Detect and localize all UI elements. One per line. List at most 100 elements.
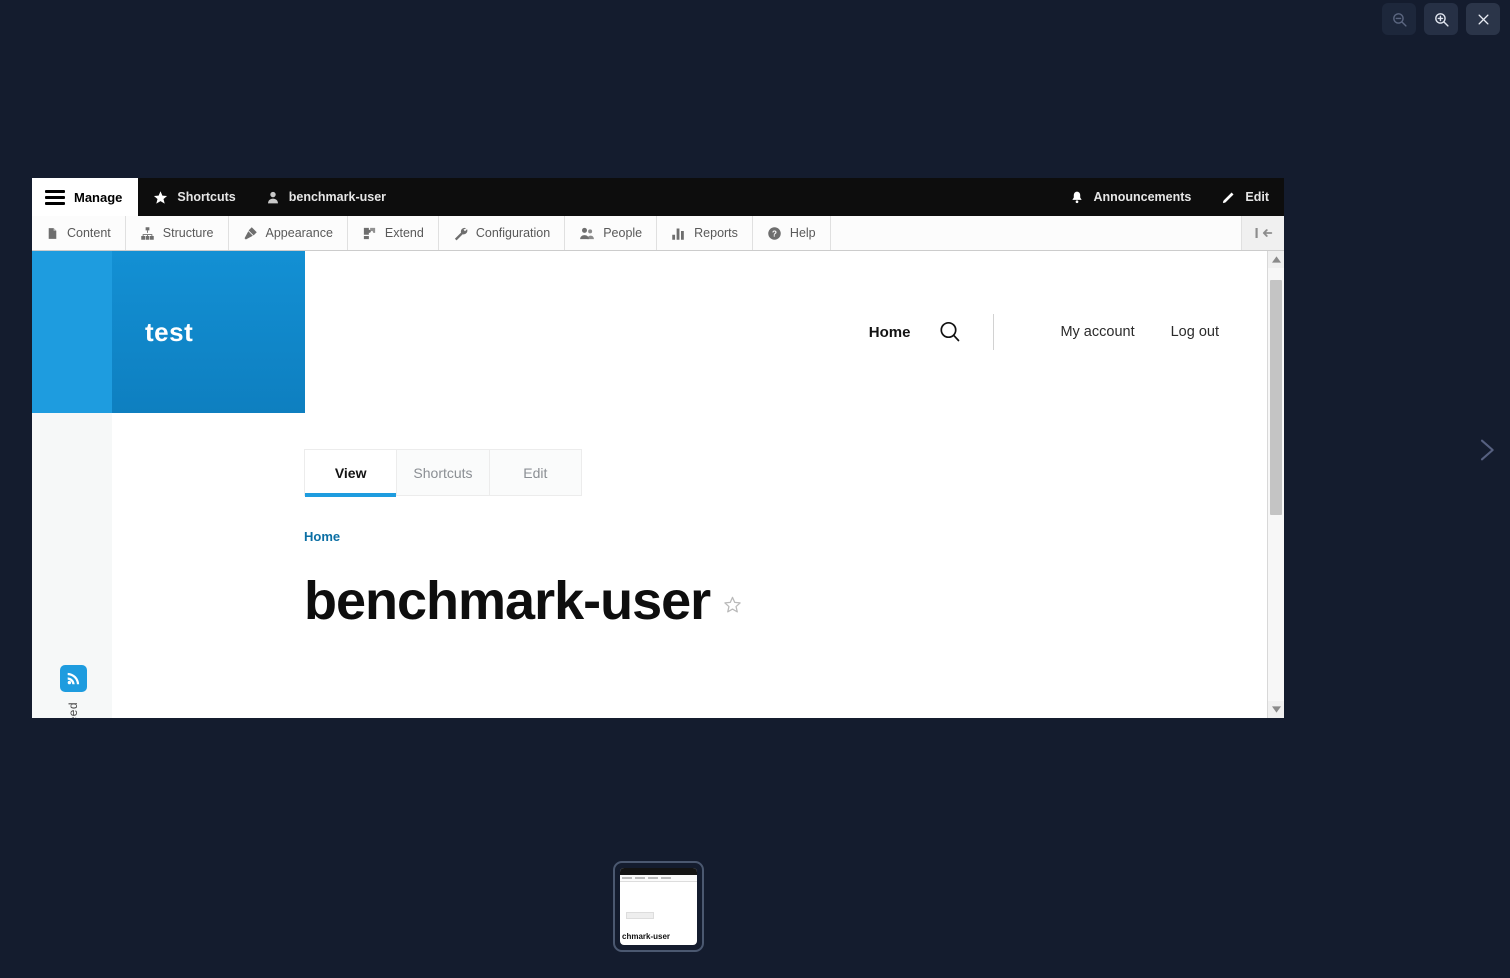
admin-toolbar-tray: Content Structure Appearance Extend Conf… xyxy=(32,216,1284,251)
shortcuts-button[interactable]: Shortcuts xyxy=(138,178,250,216)
shortcuts-label: Shortcuts xyxy=(177,190,236,204)
zoom-out-button[interactable] xyxy=(1382,3,1416,35)
site-header-nav: Home My account Log out xyxy=(305,251,1267,413)
star-outline-icon[interactable] xyxy=(723,595,742,619)
admin-toolbar-bar: Manage Shortcuts benchmark-user Announce… xyxy=(32,178,1284,216)
svg-text:?: ? xyxy=(772,229,777,238)
tray-item-configuration[interactable]: Configuration xyxy=(438,216,566,250)
tray-orientation-toggle-button[interactable] xyxy=(1242,216,1284,250)
tray-label: Reports xyxy=(694,226,738,240)
announcements-label: Announcements xyxy=(1093,190,1192,204)
scroll-down-button[interactable] xyxy=(1268,701,1284,718)
site-body: RSS feed View Shortcuts Edit Home benchm… xyxy=(32,413,1267,718)
browser-window: Manage Shortcuts benchmark-user Announce… xyxy=(32,178,1284,718)
scroll-up-button[interactable] xyxy=(1268,251,1284,268)
thumbnail-tray xyxy=(620,875,697,882)
tray-label: Configuration xyxy=(475,226,551,240)
tray-item-content[interactable]: Content xyxy=(32,216,126,250)
tray-item-structure[interactable]: Structure xyxy=(125,216,229,250)
scrollbar-thumb[interactable] xyxy=(1270,280,1282,515)
page-scrollbar[interactable] xyxy=(1267,251,1284,718)
triangle-up-icon xyxy=(1271,256,1281,263)
tab-shortcuts[interactable]: Shortcuts xyxy=(397,449,490,496)
breadcrumb[interactable]: Home xyxy=(304,529,1267,544)
extend-icon xyxy=(363,227,376,239)
tray-item-reports[interactable]: Reports xyxy=(657,216,753,250)
tray-label: Appearance xyxy=(265,226,333,240)
scrollbar-track[interactable] xyxy=(1268,268,1284,701)
tab-edit[interactable]: Edit xyxy=(489,449,582,496)
user-icon xyxy=(267,191,278,203)
appearance-icon xyxy=(244,226,257,239)
log-out-link[interactable]: Log out xyxy=(1171,324,1219,340)
thumbnail-toolbar xyxy=(620,868,697,875)
user-account-button[interactable]: benchmark-user xyxy=(251,178,401,216)
pencil-icon xyxy=(1223,192,1234,203)
search-button[interactable] xyxy=(937,319,963,345)
tab-label: View xyxy=(334,465,367,481)
zoom-out-icon xyxy=(1392,12,1407,27)
rss-feed-label: RSS feed xyxy=(66,702,80,718)
page-thumbnail[interactable]: chmark-user xyxy=(613,861,704,952)
tray-filler xyxy=(830,216,1242,250)
page-viewport: test Home My account Log out View Shortc… xyxy=(32,251,1284,718)
nav-home-link[interactable]: Home xyxy=(869,324,911,341)
site-logo[interactable]: test xyxy=(112,251,305,413)
configuration-icon xyxy=(454,227,468,240)
edit-label: Edit xyxy=(1245,190,1269,204)
announcements-button[interactable]: Announcements xyxy=(1055,178,1206,216)
logo-accent-strip xyxy=(32,251,112,413)
tab-label: Shortcuts xyxy=(413,464,473,481)
structure-icon xyxy=(141,226,154,240)
rss-feed-block[interactable]: RSS feed xyxy=(53,665,93,718)
tray-item-people[interactable]: People xyxy=(565,216,658,250)
rss-icon xyxy=(59,665,87,692)
close-button[interactable] xyxy=(1466,3,1500,35)
my-account-link[interactable]: My account xyxy=(1060,324,1134,340)
chevron-right-icon xyxy=(1480,439,1494,461)
thumbnail-tabs xyxy=(626,912,654,919)
tray-item-extend[interactable]: Extend xyxy=(347,216,439,250)
triangle-down-icon xyxy=(1271,706,1281,713)
tray-label: Extend xyxy=(384,226,424,240)
rss-glyph xyxy=(67,672,79,685)
tray-item-help[interactable]: ? Help xyxy=(752,216,831,250)
content-tabs: View Shortcuts Edit xyxy=(304,449,582,497)
zoom-in-button[interactable] xyxy=(1424,3,1458,35)
nav-divider xyxy=(993,314,995,350)
main-content: View Shortcuts Edit Home benchmark-user xyxy=(112,413,1267,718)
manage-label: Manage xyxy=(74,189,123,205)
page-title-text: benchmark-user xyxy=(304,571,711,631)
edit-button[interactable]: Edit xyxy=(1206,178,1284,216)
user-label: benchmark-user xyxy=(288,190,387,204)
thumbnail-title: chmark-user xyxy=(622,932,671,941)
search-icon xyxy=(940,321,960,342)
star-glyph xyxy=(724,596,741,613)
zoom-in-icon xyxy=(1434,12,1449,27)
next-arrow-button[interactable] xyxy=(1470,434,1502,466)
manage-button[interactable]: Manage xyxy=(32,178,139,216)
tray-item-appearance[interactable]: Appearance xyxy=(228,216,348,250)
tray-label: Content xyxy=(67,226,111,240)
page-title: benchmark-user xyxy=(304,574,1267,628)
bell-icon xyxy=(1072,191,1083,203)
hamburger-icon xyxy=(45,189,65,205)
tray-label: Help xyxy=(789,226,816,240)
help-icon: ? xyxy=(768,226,781,240)
tab-label: Edit xyxy=(523,464,548,481)
window-controls xyxy=(1382,3,1500,35)
site-logo-text: test xyxy=(145,316,194,347)
left-sidebar: RSS feed xyxy=(32,413,112,718)
tray-label: Structure xyxy=(162,226,214,240)
content-icon xyxy=(48,227,57,239)
tray-label: People xyxy=(603,226,643,240)
admin-toolbar-right: Announcements Edit xyxy=(1055,178,1284,216)
thumbnail-preview: chmark-user xyxy=(620,868,697,945)
star-icon xyxy=(154,190,168,204)
site-page: test Home My account Log out View Shortc… xyxy=(32,251,1267,718)
tab-view[interactable]: View xyxy=(304,449,398,497)
site-header: test Home My account Log out xyxy=(32,251,1267,413)
tray-toggle-icon xyxy=(1255,228,1273,238)
close-icon xyxy=(1478,14,1488,24)
